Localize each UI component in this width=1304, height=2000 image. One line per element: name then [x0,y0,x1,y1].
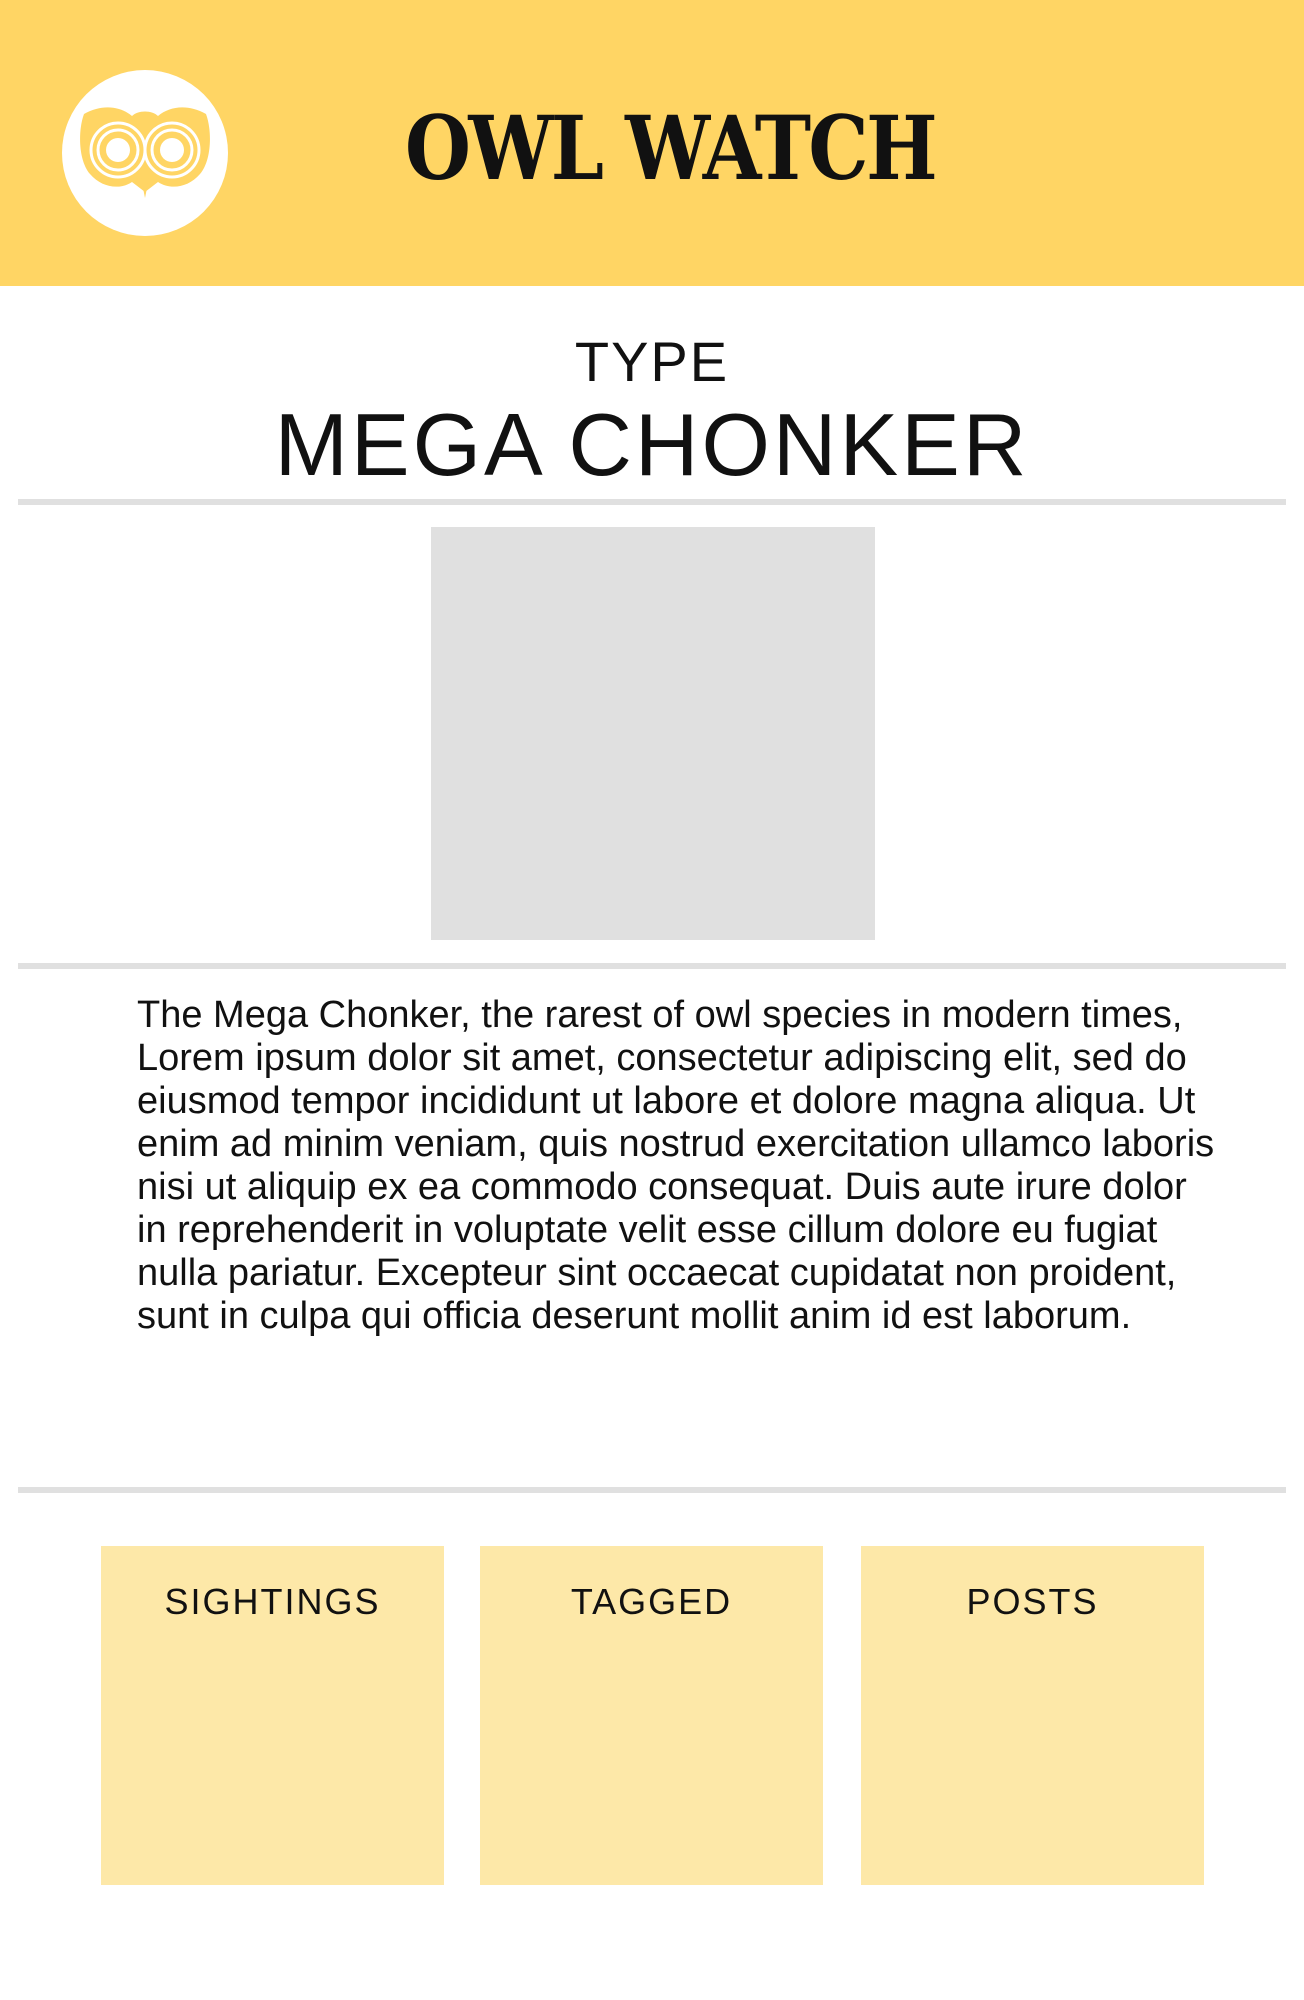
type-label: TYPE [574,330,730,393]
posts-card[interactable]: POSTS [861,1546,1204,1885]
sightings-card[interactable]: SIGHTINGS [101,1546,444,1885]
owl-image-placeholder [431,527,875,940]
app-header: OWL WATCH [0,0,1304,286]
sightings-card-label: SIGHTINGS [164,1581,381,1622]
divider [18,499,1286,505]
posts-card-label: POSTS [966,1581,1099,1622]
divider [18,1487,1286,1493]
owl-logo[interactable] [62,70,228,236]
app-title: OWL WATCH [404,96,938,200]
owl-description: The Mega Chonker, the rarest of owl spec… [137,994,1215,1337]
owl-face-icon [80,107,210,198]
tagged-card-label: TAGGED [570,1581,733,1622]
owl-type-name: MEGA CHONKER [274,395,1030,494]
divider [18,963,1286,969]
tagged-card[interactable]: TAGGED [480,1546,823,1885]
